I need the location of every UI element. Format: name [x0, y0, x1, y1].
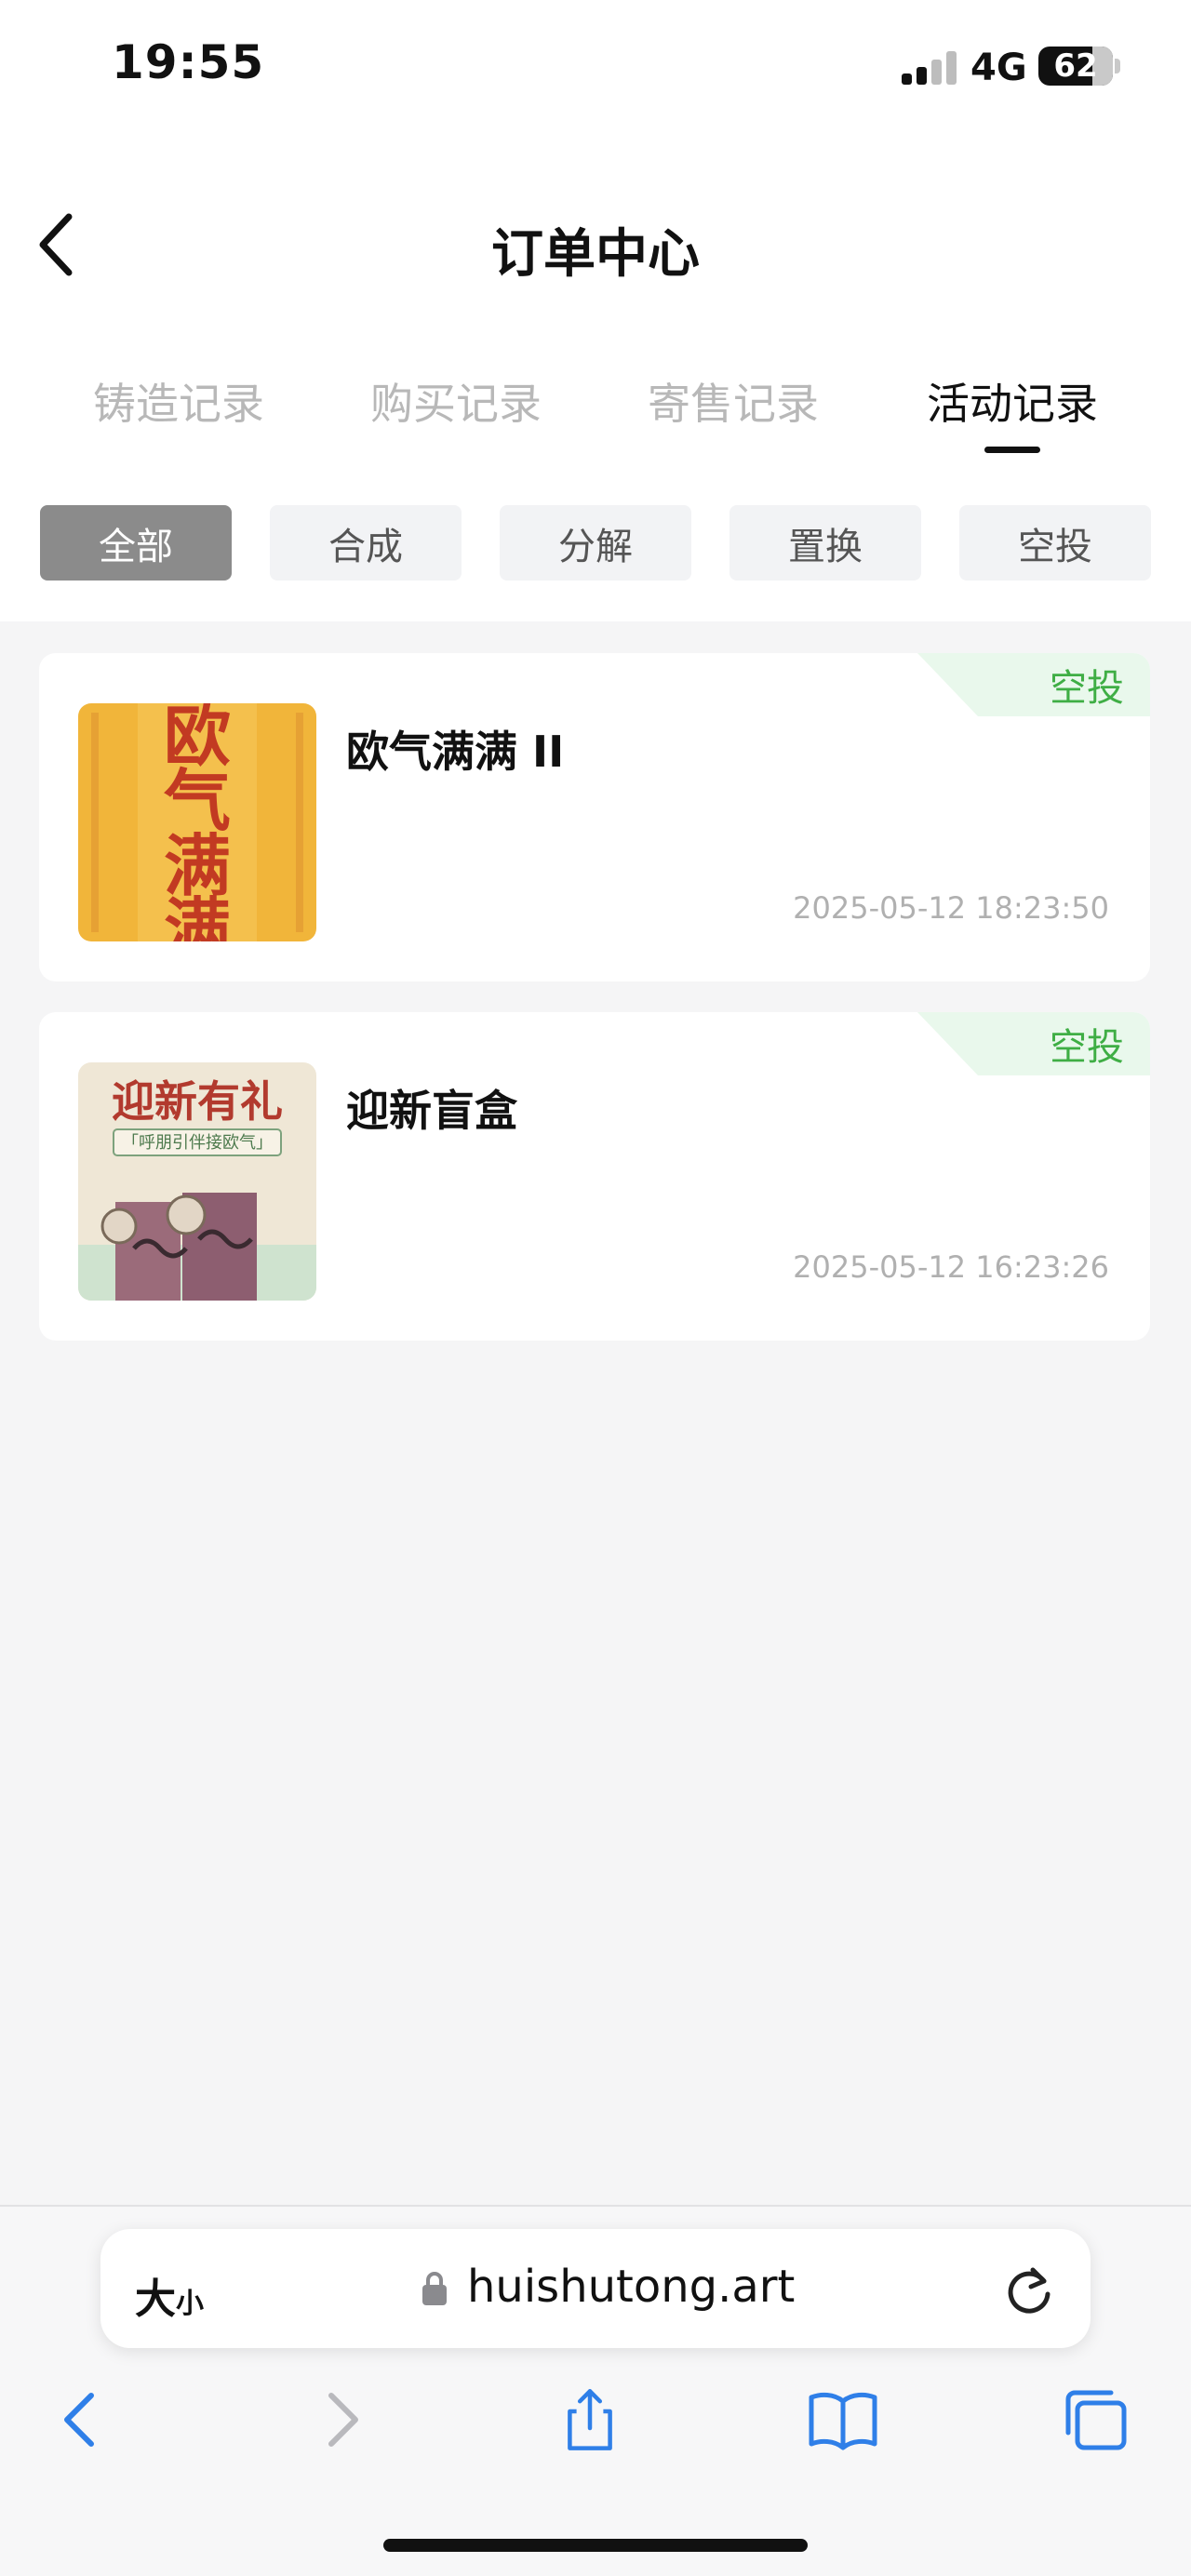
signal-icon: [902, 51, 957, 85]
bookmarks-icon[interactable]: [806, 2386, 880, 2453]
tab-consignment-records[interactable]: 寄售记录: [594, 370, 873, 432]
forward-nav-icon[interactable]: [303, 2386, 378, 2453]
battery-icon: 62: [1038, 47, 1113, 86]
tab-purchase-records[interactable]: 购买记录: [316, 370, 596, 432]
status-time: 19:55: [112, 35, 265, 89]
filter-synthesis[interactable]: 合成: [270, 505, 462, 581]
record-title: 迎新盲盒: [346, 1086, 517, 1136]
tab-activity-records[interactable]: 活动记录: [873, 370, 1152, 432]
airdrop-badge: 空投: [917, 653, 1150, 716]
filter-all[interactable]: 全部: [40, 505, 232, 581]
back-nav-icon[interactable]: [45, 2386, 119, 2453]
share-icon[interactable]: [553, 2386, 627, 2453]
url-text[interactable]: huishutong.art: [467, 2261, 795, 2313]
text-size-small: 小: [176, 2288, 204, 2320]
reload-icon[interactable]: [1003, 2261, 1055, 2316]
record-thumbnail: 欧 气 满 满: [78, 703, 316, 941]
filter-decompose[interactable]: 分解: [500, 505, 691, 581]
network-type: 4G: [970, 47, 1027, 89]
record-card[interactable]: 空投 欧 气 满 满 欧气满满 II 2025-05-12 18:23:50: [39, 653, 1150, 981]
thumb-char-4: 满: [164, 889, 231, 941]
record-time: 2025-05-12 18:23:50: [793, 890, 1109, 926]
filter-airdrop[interactable]: 空投: [959, 505, 1151, 581]
text-size-large: 大: [135, 2276, 176, 2323]
record-time: 2025-05-12 16:23:26: [793, 1249, 1109, 1285]
record-thumbnail: 迎新有礼 「呼朋引伴接欧气」: [78, 1062, 316, 1301]
thumb-subtitle: 「呼朋引伴接欧气」: [122, 1133, 273, 1153]
airdrop-badge: 空投: [917, 1012, 1150, 1075]
page-title: 订单中心: [491, 224, 700, 285]
home-indicator: [383, 2539, 808, 2552]
lock-icon: [422, 2272, 447, 2305]
record-card[interactable]: 空投 迎新有礼 「呼朋引伴接欧气」 迎新盲盒 2025-05-12 16:23:…: [39, 1012, 1150, 1341]
tab-active-indicator: [984, 447, 1040, 453]
tab-mint-records[interactable]: 铸造记录: [39, 370, 318, 432]
tabs-icon[interactable]: [1059, 2386, 1133, 2453]
thumb-title: 迎新有礼: [112, 1076, 283, 1127]
battery-tip: [1115, 59, 1120, 73]
battery-level: 62: [1053, 47, 1098, 85]
record-title: 欧气满满 II: [346, 727, 565, 777]
filter-exchange[interactable]: 置换: [729, 505, 921, 581]
text-size-button[interactable]: 大小: [135, 2265, 204, 2325]
